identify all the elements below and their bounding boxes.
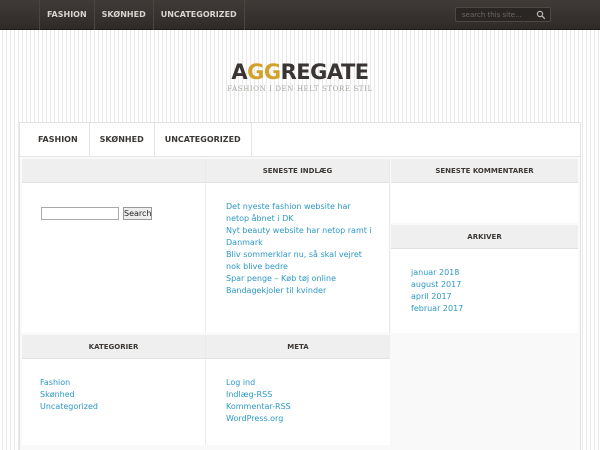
recent-post-link[interactable]: Det nyeste fashion website har netop åbn… xyxy=(226,202,351,223)
categories-title: KATEGORIER xyxy=(22,335,205,359)
archive-widget: ARKIVER januar 2018 august 2017 april 20… xyxy=(391,225,578,333)
recent-post-link[interactable]: Nyt beauty website har netop ramt i Danm… xyxy=(226,226,372,247)
top-nav-skonhed[interactable]: SKØNHED xyxy=(93,0,153,30)
list-item: januar 2018 xyxy=(411,267,578,279)
list-item: Bliv sommerklar nu, så skal vejret nok b… xyxy=(226,249,376,273)
archive-link[interactable]: april 2017 xyxy=(411,292,452,301)
categories-list: Fashion Skønhed Uncategorized xyxy=(40,377,205,413)
list-item: april 2017 xyxy=(411,291,578,303)
recent-posts-widget: SENESTE INDLÆG Det nyeste fashion websit… xyxy=(206,159,390,333)
meta-link[interactable]: Indlæg-RSS xyxy=(226,390,272,399)
meta-widget: META Log ind Indlæg-RSS Kommentar-RSS Wo… xyxy=(206,335,390,445)
search-button[interactable]: Search xyxy=(123,207,152,220)
list-item: Nyt beauty website har netop ramt i Danm… xyxy=(226,225,376,249)
categories-widget: KATEGORIER Fashion Skønhed Uncategorized xyxy=(22,335,206,445)
main-nav-uncategorized[interactable]: UNCATEGORIZED xyxy=(155,123,252,157)
list-item: Spar penge – Køb tøj online xyxy=(226,273,376,285)
main-navigation: FASHION SKØNHED UNCATEGORIZED xyxy=(20,123,580,157)
top-nav-fashion[interactable]: FASHION xyxy=(39,0,94,30)
top-bar: FASHION SKØNHED UNCATEGORIZED xyxy=(0,0,600,30)
list-item: WordPress.org xyxy=(226,413,390,425)
search-widget: Search xyxy=(22,159,206,333)
list-item: Uncategorized xyxy=(40,401,205,413)
recent-comments-title: SENESTE KOMMENTARER xyxy=(391,159,578,183)
list-item: august 2017 xyxy=(411,279,578,291)
meta-title: META xyxy=(206,335,390,359)
site-logo[interactable]: AGGREGATE FASHION I DEN HELT STORE STIL xyxy=(0,60,600,93)
search-icon[interactable] xyxy=(536,10,546,20)
widget-area: Search SENESTE INDLÆG Det nyeste fashion… xyxy=(20,157,580,450)
archive-link[interactable]: august 2017 xyxy=(411,280,461,289)
recent-posts-title: SENESTE INDLÆG xyxy=(206,159,389,183)
recent-post-link[interactable]: Bliv sommerklar nu, så skal vejret nok b… xyxy=(226,250,362,271)
recent-post-link[interactable]: Bandagekjoler til kvinder xyxy=(226,286,326,295)
list-item: Fashion xyxy=(40,377,205,389)
meta-link[interactable]: Log ind xyxy=(226,378,255,387)
archive-link[interactable]: februar 2017 xyxy=(411,304,463,313)
top-navigation: FASHION SKØNHED UNCATEGORIZED xyxy=(39,0,245,30)
logo-wordmark: AGGREGATE xyxy=(231,60,369,84)
top-search-box xyxy=(455,7,551,22)
meta-link[interactable]: Kommentar-RSS xyxy=(226,402,291,411)
list-item: februar 2017 xyxy=(411,303,578,315)
meta-link[interactable]: WordPress.org xyxy=(226,414,283,423)
recent-posts-list: Det nyeste fashion website har netop åbn… xyxy=(226,201,376,297)
list-item: Det nyeste fashion website har netop åbn… xyxy=(226,201,376,225)
search-widget-input[interactable] xyxy=(41,207,119,220)
top-search-input[interactable] xyxy=(456,8,532,21)
list-item: Indlæg-RSS xyxy=(226,389,390,401)
meta-list: Log ind Indlæg-RSS Kommentar-RSS WordPre… xyxy=(226,377,390,425)
content-wrapper: FASHION SKØNHED UNCATEGORIZED Search SEN… xyxy=(19,122,581,450)
recent-comments-widget: SENESTE KOMMENTARER xyxy=(391,159,578,223)
category-link[interactable]: Skønhed xyxy=(40,390,75,399)
site-tagline: FASHION I DEN HELT STORE STIL xyxy=(227,85,373,93)
archive-link[interactable]: januar 2018 xyxy=(411,268,459,277)
list-item: Bandagekjoler til kvinder xyxy=(226,285,376,297)
main-nav-fashion[interactable]: FASHION xyxy=(20,123,90,157)
recent-post-link[interactable]: Spar penge – Køb tøj online xyxy=(226,274,336,283)
archive-title: ARKIVER xyxy=(391,225,578,249)
list-item: Skønhed xyxy=(40,389,205,401)
category-link[interactable]: Uncategorized xyxy=(40,402,98,411)
list-item: Kommentar-RSS xyxy=(226,401,390,413)
category-link[interactable]: Fashion xyxy=(40,378,70,387)
search-widget-header xyxy=(22,159,205,183)
main-nav-skonhed[interactable]: SKØNHED xyxy=(90,123,155,157)
archive-list: januar 2018 august 2017 april 2017 febru… xyxy=(411,267,578,315)
top-nav-uncategorized[interactable]: UNCATEGORIZED xyxy=(152,0,245,30)
list-item: Log ind xyxy=(226,377,390,389)
